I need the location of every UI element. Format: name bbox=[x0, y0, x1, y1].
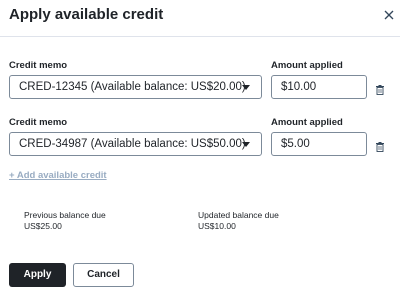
previous-balance-value: US$25.00 bbox=[24, 221, 62, 231]
previous-balance-label: Previous balance due bbox=[24, 210, 106, 220]
amount-applied-input-2[interactable]: $5.00 bbox=[271, 132, 367, 156]
credit-memo-select-1[interactable]: CRED-12345 (Available balance: US$20.00) bbox=[9, 75, 262, 99]
updated-balance-value: US$10.00 bbox=[198, 221, 236, 231]
add-available-credit-link[interactable]: + Add available credit bbox=[9, 170, 107, 181]
dialog-header: Apply available credit bbox=[0, 0, 400, 37]
caret-down-icon bbox=[242, 142, 250, 147]
amount-applied-label-2: Amount applied bbox=[271, 117, 343, 128]
credit-memo-select-value-1: CRED-12345 (Available balance: US$20.00) bbox=[19, 81, 246, 93]
cancel-button[interactable]: Cancel bbox=[73, 263, 134, 287]
trash-icon[interactable] bbox=[376, 139, 384, 152]
credit-memo-select-2[interactable]: CRED-34987 (Available balance: US$50.00) bbox=[9, 132, 262, 156]
caret-down-icon bbox=[242, 85, 250, 90]
credit-memo-label-1: Credit memo bbox=[9, 60, 68, 71]
amount-applied-input-1[interactable]: $10.00 bbox=[271, 75, 367, 99]
amount-applied-value-2: $5.00 bbox=[281, 138, 310, 150]
credit-memo-select-value-2: CRED-34987 (Available balance: US$50.00) bbox=[19, 138, 246, 150]
updated-balance-label: Updated balance due bbox=[198, 210, 279, 220]
trash-icon[interactable] bbox=[376, 82, 384, 95]
credit-memo-label-2: Credit memo bbox=[9, 117, 68, 128]
amount-applied-label-1: Amount applied bbox=[271, 60, 343, 71]
apply-button[interactable]: Apply bbox=[9, 263, 66, 287]
amount-applied-value-1: $10.00 bbox=[281, 81, 317, 93]
dialog-title: Apply available credit bbox=[9, 6, 164, 23]
close-icon[interactable] bbox=[382, 8, 396, 22]
